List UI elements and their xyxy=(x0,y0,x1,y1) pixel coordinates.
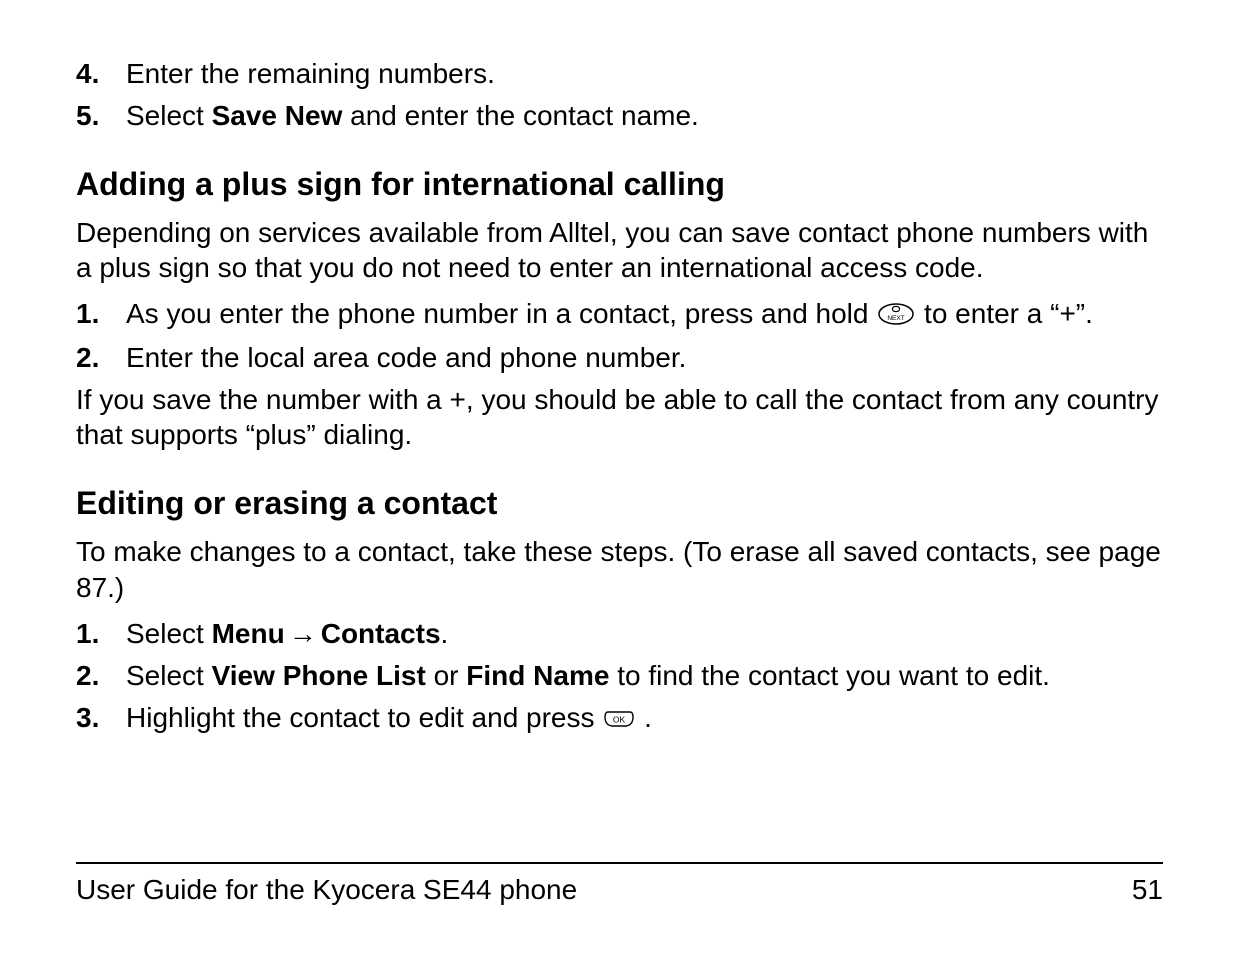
document-page: 4. Enter the remaining numbers. 5. Selec… xyxy=(0,0,1235,954)
step-text: Highlight the contact to edit and press … xyxy=(126,700,1163,738)
plus-step-list: 1. As you enter the phone number in a co… xyxy=(76,296,1163,375)
list-item: 3. Highlight the contact to edit and pre… xyxy=(76,700,1163,738)
section-heading-plus: Adding a plus sign for international cal… xyxy=(76,164,1163,205)
bold-run: View Phone List xyxy=(212,660,426,691)
section-intro-edit: To make changes to a contact, take these… xyxy=(76,534,1163,606)
edit-step-list: 1. Select Menu→Contacts. 2. Select View … xyxy=(76,616,1163,737)
text-run: Select xyxy=(126,660,212,691)
step-number: 4. xyxy=(76,56,126,92)
step-text: Select View Phone List or Find Name to f… xyxy=(126,658,1163,694)
list-item: 4. Enter the remaining numbers. xyxy=(76,56,1163,92)
step-number: 5. xyxy=(76,98,126,134)
bold-run: Menu xyxy=(212,618,285,649)
text-run: As you enter the phone number in a conta… xyxy=(126,298,876,329)
list-item: 1. As you enter the phone number in a co… xyxy=(76,296,1163,334)
step-number: 2. xyxy=(76,658,126,694)
text-run: to enter a “+”. xyxy=(924,298,1093,329)
step-number: 2. xyxy=(76,340,126,376)
bold-run: Contacts xyxy=(321,618,441,649)
section-heading-edit: Editing or erasing a contact xyxy=(76,483,1163,524)
text-run: Highlight the contact to edit and press xyxy=(126,702,602,733)
step-text: As you enter the phone number in a conta… xyxy=(126,296,1163,334)
footer-title: User Guide for the Kyocera SE44 phone xyxy=(76,872,577,908)
step-text: Select Save New and enter the contact na… xyxy=(126,98,1163,134)
text-run: . xyxy=(441,618,449,649)
text-run: . xyxy=(644,702,652,733)
step-number: 1. xyxy=(76,296,126,332)
step-text: Select Menu→Contacts. xyxy=(126,616,1163,652)
bold-run: Save New xyxy=(212,100,343,131)
text-run: to find the contact you want to edit. xyxy=(609,660,1050,691)
step-text: Enter the local area code and phone numb… xyxy=(126,340,1163,376)
text-run: Select xyxy=(126,618,212,649)
text-run: and enter the contact name. xyxy=(342,100,698,131)
arrow-icon: → xyxy=(285,618,321,649)
svg-text:OK: OK xyxy=(613,715,626,725)
zero-next-key-icon: NEXT xyxy=(878,298,914,334)
list-item: 1. Select Menu→Contacts. xyxy=(76,616,1163,652)
list-item: 2. Enter the local area code and phone n… xyxy=(76,340,1163,376)
page-footer: User Guide for the Kyocera SE44 phone 51 xyxy=(76,862,1163,908)
step-number: 1. xyxy=(76,616,126,652)
bold-run: Find Name xyxy=(466,660,609,691)
section-intro-plus: Depending on services available from All… xyxy=(76,215,1163,287)
ok-key-icon: OK xyxy=(604,701,634,737)
continued-step-list: 4. Enter the remaining numbers. 5. Selec… xyxy=(76,56,1163,134)
page-number: 51 xyxy=(1132,872,1163,908)
step-number: 3. xyxy=(76,700,126,736)
step-text: Enter the remaining numbers. xyxy=(126,56,1163,92)
section-note-plus: If you save the number with a +, you sho… xyxy=(76,382,1163,454)
list-item: 5. Select Save New and enter the contact… xyxy=(76,98,1163,134)
list-item: 2. Select View Phone List or Find Name t… xyxy=(76,658,1163,694)
text-run: Select xyxy=(126,100,212,131)
svg-text:NEXT: NEXT xyxy=(888,315,905,322)
text-run: or xyxy=(426,660,466,691)
